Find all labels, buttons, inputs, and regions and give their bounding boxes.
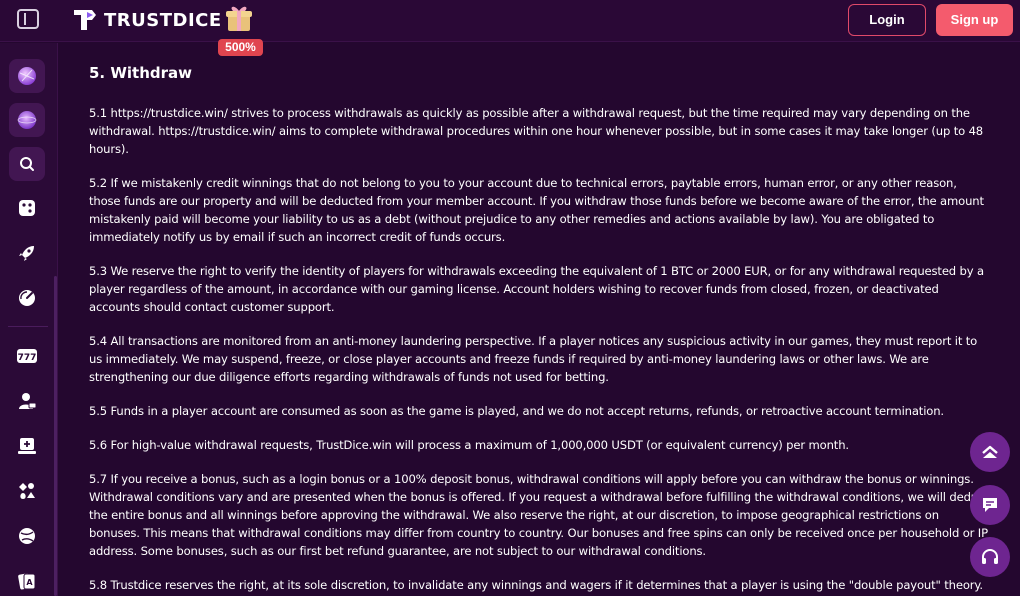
top-bar: TRUSTDICE Login Sign up xyxy=(0,0,1020,42)
poker-cards-icon: A xyxy=(18,573,36,590)
gift-promo-icon[interactable] xyxy=(225,3,253,33)
sidebar-item-limbo[interactable] xyxy=(9,281,45,315)
section-title: 5. Withdraw xyxy=(89,64,193,82)
paragraph-5-8: 5.8 Trustdice reserves the right, at its… xyxy=(89,578,983,592)
sidebar-item-sports[interactable] xyxy=(9,519,45,553)
sidebar-item-live-casino[interactable] xyxy=(9,384,45,418)
login-button[interactable]: Login xyxy=(848,4,926,36)
scroll-top-icon xyxy=(982,445,998,458)
rocket-icon xyxy=(19,246,34,261)
paragraph-5-7: 5.7 If you receive a bonus, such as a lo… xyxy=(89,472,989,558)
sidebar-item-dice[interactable] xyxy=(9,191,45,225)
trustdice-logo-icon xyxy=(72,7,98,33)
planet-gem-icon xyxy=(18,67,36,85)
sidebar-item-planet[interactable] xyxy=(9,59,45,93)
sidebar-item-poker[interactable]: A xyxy=(9,564,45,596)
sidebar-scrollbar[interactable] xyxy=(54,276,57,596)
promo-percent-badge[interactable]: 500% xyxy=(218,39,263,56)
support-button[interactable] xyxy=(970,537,1010,577)
paragraph-5-6: 5.6 For high-value withdrawal requests, … xyxy=(89,438,849,452)
paragraph-5-1: 5.1 https://trustdice.win/ strives to pr… xyxy=(89,106,984,156)
gauge-icon xyxy=(19,290,35,306)
svg-text:777: 777 xyxy=(18,353,37,363)
sidebar-toggle-icon[interactable] xyxy=(17,9,39,29)
live-dealer-icon xyxy=(19,393,37,409)
sidebar-item-search[interactable] xyxy=(9,147,45,181)
card-suits-icon xyxy=(19,483,35,499)
paragraph-5-5: 5.5 Funds in a player account are consum… xyxy=(89,404,944,418)
chat-button[interactable] xyxy=(970,485,1010,525)
sports-ball-icon xyxy=(19,528,35,544)
brand-name: TRUSTDICE xyxy=(104,9,222,31)
terms-content: 5. Withdraw 5.1 https://trustdice.win/ s… xyxy=(89,62,989,596)
sidebar-item-card-games[interactable] xyxy=(9,474,45,508)
sidebar-item-crash[interactable] xyxy=(9,236,45,270)
slots-777-icon: 777 xyxy=(17,349,37,363)
paragraph-5-4: 5.4 All transactions are monitored from … xyxy=(89,334,978,384)
search-icon xyxy=(20,157,34,171)
brand-logo[interactable]: TRUSTDICE xyxy=(72,7,222,33)
paragraph-5-2: 5.2 If we mistakenly credit winnings tha… xyxy=(89,176,984,244)
scroll-top-button[interactable] xyxy=(970,432,1010,472)
headset-icon xyxy=(982,549,998,564)
dice-icon xyxy=(19,200,35,216)
svg-text:A: A xyxy=(26,578,33,587)
signup-button[interactable]: Sign up xyxy=(936,4,1013,36)
sidebar-item-table-games[interactable] xyxy=(9,429,45,463)
sidebar-item-slots[interactable]: 777 xyxy=(9,339,45,373)
sidebar: 777 A xyxy=(0,43,58,596)
table-game-icon xyxy=(18,438,36,454)
sidebar-item-globe[interactable] xyxy=(9,103,45,137)
globe-gem-icon xyxy=(17,111,37,129)
paragraph-5-3: 5.3 We reserve the right to verify the i… xyxy=(89,264,984,314)
chat-icon xyxy=(983,498,997,512)
sidebar-divider xyxy=(8,326,48,327)
